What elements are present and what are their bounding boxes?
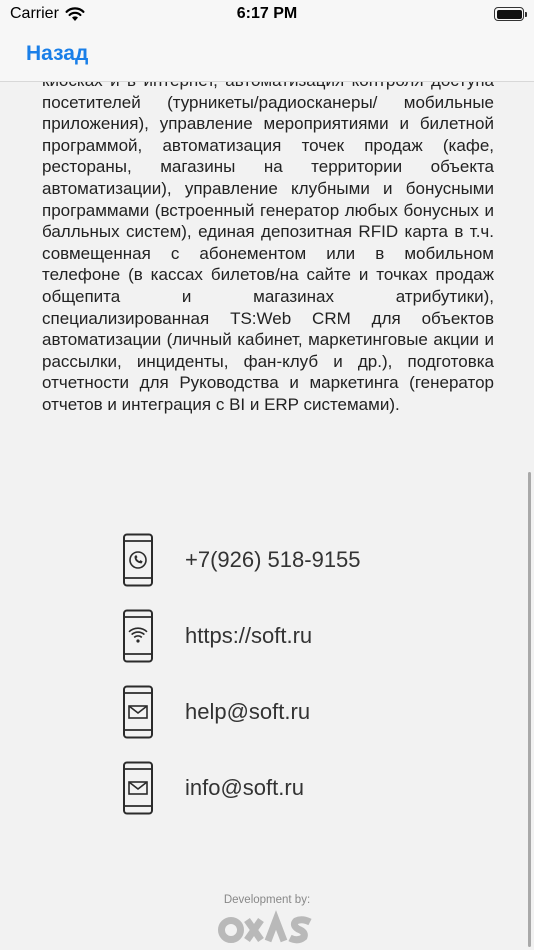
phone-mail-icon xyxy=(123,761,153,815)
oxas-logo xyxy=(218,910,312,944)
back-button[interactable]: Назад xyxy=(26,42,88,66)
contact-info-email-row[interactable]: info@soft.ru xyxy=(122,760,462,816)
contact-phone-row[interactable]: +7(926) 518-9155 xyxy=(122,532,462,588)
content-scroll-view[interactable]: киосках и в интернет, автоматизация конт… xyxy=(0,82,534,950)
navigation-bar: Назад xyxy=(0,30,534,82)
status-bar: Carrier 6:17 PM xyxy=(0,0,534,30)
vertical-scrollbar[interactable] xyxy=(528,472,531,947)
contact-website-text: https://soft.ru xyxy=(185,623,313,648)
contact-phone-text: +7(926) 518-9155 xyxy=(185,547,361,572)
phone-mail-icon xyxy=(123,685,153,739)
developer-label: Development by: xyxy=(223,894,311,906)
contact-info-email-text: info@soft.ru xyxy=(185,775,304,800)
phone-call-icon xyxy=(123,533,153,587)
phone-wifi-icon xyxy=(123,609,153,663)
status-time: 6:17 PM xyxy=(236,5,298,22)
contact-help-email-text: help@soft.ru xyxy=(185,699,311,724)
battery-icon xyxy=(494,7,527,21)
description-text: киосках и в интернет, автоматизация конт… xyxy=(42,82,494,414)
contact-website-row[interactable]: https://soft.ru xyxy=(122,608,462,664)
contact-help-email-row[interactable]: help@soft.ru xyxy=(122,684,462,740)
